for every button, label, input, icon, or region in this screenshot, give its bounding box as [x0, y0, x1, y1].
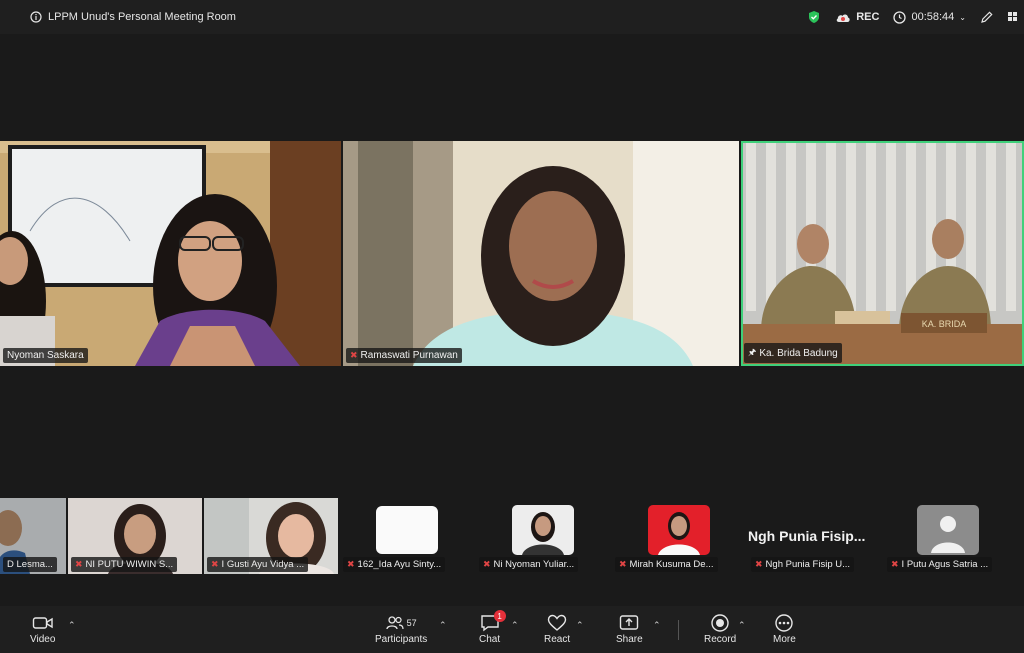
pencil-icon[interactable] [980, 10, 994, 24]
record-options-caret[interactable]: ⌃ [738, 620, 746, 631]
chat-label: Chat [479, 634, 501, 645]
participant-name: Ka. Brida Badung [759, 347, 838, 359]
participant-name-tag: ✖ Mirah Kusuma De... [615, 557, 718, 572]
participant-name-tag: Nyoman Saskara [3, 348, 88, 363]
participant-name-tag: ✖ I Putu Agus Satria ... [887, 557, 993, 572]
default-avatar-icon [917, 505, 979, 555]
meeting-room-title: LPPM Unud's Personal Meeting Room [48, 11, 236, 23]
video-label: Video [30, 634, 56, 645]
record-icon [711, 614, 729, 632]
mic-muted-icon: ✖ [350, 350, 358, 360]
participant-video [0, 141, 341, 366]
participant-name: Ngh Punia Fisip U... [765, 559, 851, 570]
participants-label: Participants [375, 634, 428, 645]
react-label: React [544, 634, 571, 645]
participant-name-tag: ✖ 162_Ida Ayu Sinty... [343, 557, 446, 572]
strip-tile[interactable]: Ngh Punia Fisip... ✖ Ngh Punia Fisip U..… [748, 498, 882, 574]
video-tile[interactable]: Nyoman Saskara [0, 141, 341, 366]
chat-options-caret[interactable]: ⌃ [511, 620, 519, 631]
recording-indicator[interactable]: REC [835, 11, 879, 23]
mic-muted-icon: ✖ [619, 559, 627, 569]
top-bar: LPPM Unud's Personal Meeting Room REC 00… [0, 0, 1024, 34]
mic-muted-icon: ✖ [483, 559, 491, 569]
participants-icon [385, 616, 404, 630]
avatar [376, 506, 438, 554]
participant-name-tag: ✖ NI PUTU WIWIN S... [71, 557, 178, 572]
participants-count: 57 [406, 618, 417, 628]
participant-name: I Putu Agus Satria ... [901, 559, 989, 570]
strip-tile[interactable]: ✖ Mirah Kusuma De... [612, 498, 746, 574]
participant-name-tag: D Lesma... [3, 557, 57, 572]
participant-name-tag: ✖ I Gusti Ayu Vidya ... [207, 557, 309, 572]
record-button[interactable]: Record [704, 612, 736, 645]
participant-name-tag: 🖈 Ka. Brida Badung [744, 343, 842, 363]
strip-tile[interactable]: D Lesma... [0, 498, 66, 574]
more-icon [775, 614, 794, 632]
meeting-timer[interactable]: 00:58:44 ⌄ [893, 10, 966, 24]
participant-display-name: Ngh Punia Fisip... [748, 528, 866, 544]
info-icon[interactable] [30, 11, 42, 23]
participant-name: Ramaswati Purnawan [360, 350, 458, 361]
participant-name: 162_Ida Ayu Sinty... [357, 559, 442, 570]
share-button[interactable]: Share [616, 612, 643, 645]
mic-muted-icon: ✖ [75, 559, 83, 569]
participant-name: D Lesma... [7, 559, 53, 570]
participant-name-tag: ✖ Ngh Punia Fisip U... [751, 557, 855, 572]
chat-unread-badge: 1 [493, 610, 506, 622]
mic-muted-icon: ✖ [347, 559, 355, 569]
pin-icon: 🖈 [748, 347, 757, 357]
participant-name-tag: ✖ Ni Nyoman Yuliar... [479, 557, 579, 572]
participants-options-caret[interactable]: ⌃ [439, 620, 447, 631]
record-label: Record [704, 634, 737, 645]
shield-icon[interactable] [807, 10, 821, 24]
participant-name: I Gusti Ayu Vidya ... [221, 559, 305, 570]
react-button[interactable]: React [544, 612, 570, 645]
chat-button[interactable]: 1 Chat [479, 610, 506, 645]
video-tile[interactable]: ✖ Ramaswati Purnawan [343, 141, 739, 366]
participant-name-tag: ✖ Ramaswati Purnawan [346, 348, 462, 363]
more-label: More [773, 634, 796, 645]
grid-view-icon[interactable] [1008, 11, 1018, 23]
participant-video [343, 141, 739, 366]
avatar [512, 505, 574, 555]
video-button[interactable]: Video [30, 612, 55, 645]
meeting-toolbar: Video ⌃ 57 Participants ⌃ 1 Chat ⌃ React… [0, 606, 1024, 653]
avatar [648, 505, 710, 555]
cloud-record-icon [836, 13, 850, 22]
share-screen-icon [620, 615, 639, 630]
chevron-down-icon[interactable]: ⌄ [959, 13, 966, 22]
mic-muted-icon: ✖ [211, 559, 219, 569]
participant-name: NI PUTU WIWIN S... [85, 559, 174, 570]
participant-name: Nyoman Saskara [7, 350, 84, 361]
react-options-caret[interactable]: ⌃ [576, 620, 584, 631]
desk-sign-text: KA. BRIDA [922, 319, 967, 329]
share-options-caret[interactable]: ⌃ [653, 620, 661, 631]
video-camera-icon [32, 617, 53, 629]
timer-value: 00:58:44 [911, 11, 955, 23]
strip-tile[interactable]: ✖ I Gusti Ayu Vidya ... [204, 498, 338, 574]
toolbar-divider [678, 620, 679, 640]
participants-button[interactable]: 57 Participants [375, 612, 427, 645]
clock-icon [893, 10, 907, 24]
strip-tile[interactable]: ✖ 162_Ida Ayu Sinty... [340, 498, 474, 574]
strip-tile[interactable]: ✖ I Putu Agus Satria ... [884, 498, 1018, 574]
participant-name: Mirah Kusuma De... [629, 559, 714, 570]
heart-icon [547, 614, 567, 631]
participant-video: KA. BRIDA [741, 141, 1024, 366]
video-tile-active-speaker[interactable]: KA. BRIDA 🖈 Ka. Brida Badung [741, 141, 1024, 366]
mic-muted-icon: ✖ [891, 559, 899, 569]
strip-tile[interactable]: ✖ NI PUTU WIWIN S... [68, 498, 202, 574]
mic-muted-icon: ✖ [755, 559, 763, 569]
more-button[interactable]: More [773, 612, 796, 645]
video-options-caret[interactable]: ⌃ [68, 620, 76, 631]
rec-label: REC [856, 11, 880, 23]
strip-tile[interactable]: ✖ Ni Nyoman Yuliar... [476, 498, 610, 574]
share-label: Share [616, 634, 643, 645]
participant-name: Ni Nyoman Yuliar... [493, 559, 575, 570]
